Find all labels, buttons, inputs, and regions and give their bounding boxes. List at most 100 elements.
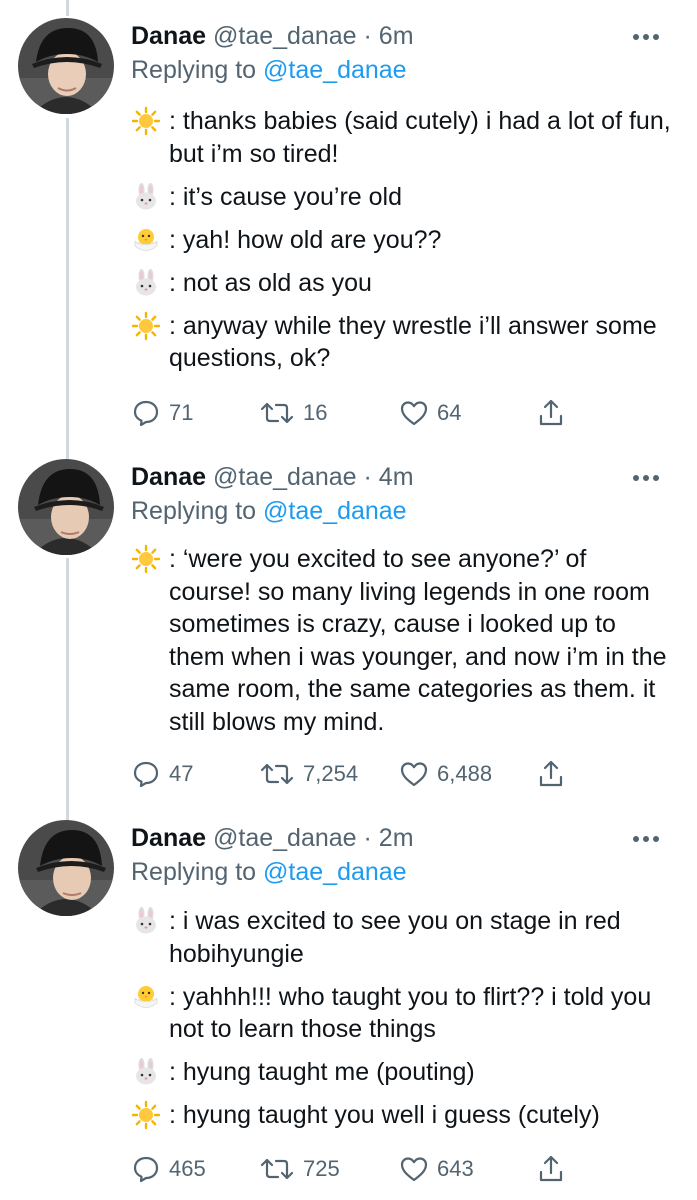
tweet-header: Danae @tae_danae · 6m [131, 18, 414, 54]
line-text: : i was excited to see you on stage in r… [169, 907, 621, 968]
retweet-button[interactable]: 16 [259, 397, 327, 429]
reply-icon [133, 1156, 159, 1183]
rabbit-emoji [131, 268, 161, 298]
reply-count: 71 [169, 400, 194, 425]
tweet-line: : thanks babies (said cutely) i had a lo… [131, 105, 671, 170]
like-button[interactable]: 64 [399, 397, 461, 429]
retweet-icon [260, 402, 294, 424]
reply-count: 465 [169, 1156, 206, 1181]
user-handle[interactable]: @tae_danae [213, 22, 357, 50]
chick-emoji [131, 225, 161, 255]
tweet-header: Danae @tae_danae · 4m [131, 459, 414, 495]
user-handle[interactable]: @tae_danae [213, 824, 357, 852]
retweet-count: 16 [303, 400, 328, 425]
share-button[interactable] [536, 1153, 574, 1185]
tweet-line: : it’s cause you’re old [131, 181, 671, 214]
reply-icon [133, 400, 159, 427]
tweet-actions: 465 725 643 [131, 1153, 571, 1185]
tweet-line: : yahhh!!! who taught you to flirt?? i t… [131, 981, 671, 1046]
line-text: : ‘were you excited to see anyone?’ of c… [169, 545, 667, 736]
timestamp[interactable]: 6m [379, 22, 414, 50]
chick-emoji [131, 982, 161, 1012]
heart-icon [400, 762, 428, 787]
more-icon[interactable] [632, 471, 660, 483]
like-count: 6,488 [437, 761, 493, 786]
tweet-line: : anyway while they wrestle i’ll answer … [131, 310, 671, 375]
retweet-icon [260, 1158, 294, 1180]
tweet[interactable]: Danae @tae_danae · 2m Replying to @tae_d… [0, 820, 697, 1195]
timestamp[interactable]: 4m [379, 463, 414, 491]
more-icon[interactable] [632, 832, 660, 844]
share-icon [539, 760, 563, 787]
line-text: : yah! how old are you?? [169, 225, 442, 254]
share-button[interactable] [536, 758, 574, 790]
separator-dot: · [363, 463, 372, 491]
replying-to: Replying to @tae_danae [131, 54, 407, 86]
sun-emoji [131, 106, 161, 136]
retweet-count: 725 [303, 1156, 340, 1181]
replying-to: Replying to @tae_danae [131, 495, 407, 527]
rabbit-emoji [131, 906, 161, 936]
tweet-line: : i was excited to see you on stage in r… [131, 905, 671, 970]
more-icon[interactable] [632, 30, 660, 42]
rabbit-emoji [131, 182, 161, 212]
tweet-line: : not as old as you [131, 267, 671, 300]
avatar[interactable] [18, 459, 114, 555]
retweet-icon [260, 763, 294, 785]
rabbit-emoji [131, 1057, 161, 1087]
avatar[interactable] [18, 820, 114, 916]
display-name[interactable]: Danae [131, 22, 206, 50]
line-text: : anyway while they wrestle i’ll answer … [169, 311, 657, 373]
replying-label: Replying to [131, 497, 257, 525]
sun-emoji [131, 1100, 161, 1130]
user-handle[interactable]: @tae_danae [213, 463, 357, 491]
display-name[interactable]: Danae [131, 824, 206, 852]
timestamp[interactable]: 2m [379, 824, 414, 852]
tweet-header: Danae @tae_danae · 2m [131, 820, 414, 856]
heart-icon [400, 401, 428, 426]
retweet-button[interactable]: 7,254 [259, 758, 358, 790]
replying-mention-link[interactable]: @tae_danae [263, 858, 407, 886]
share-button[interactable] [536, 397, 574, 429]
sun-emoji [131, 311, 161, 341]
tweet-line: : yah! how old are you?? [131, 224, 671, 257]
separator-dot: · [363, 22, 372, 50]
like-count: 64 [437, 400, 462, 425]
replying-label: Replying to [131, 56, 257, 84]
tweet[interactable]: Danae @tae_danae · 4m Replying to @tae_d… [0, 459, 697, 799]
share-icon [539, 399, 563, 426]
replying-mention-link[interactable]: @tae_danae [263, 497, 407, 525]
display-name[interactable]: Danae [131, 463, 206, 491]
replying-to: Replying to @tae_danae [131, 856, 407, 888]
tweet-line: : ‘were you excited to see anyone?’ of c… [131, 543, 671, 738]
line-text: : not as old as you [169, 268, 372, 297]
thread-line [66, 0, 69, 16]
tweet-actions: 71 16 64 [131, 397, 571, 429]
replying-mention-link[interactable]: @tae_danae [263, 56, 407, 84]
reply-count: 47 [169, 761, 194, 786]
line-text: : hyung taught me (pouting) [169, 1058, 475, 1086]
like-button[interactable]: 643 [399, 1153, 474, 1185]
like-button[interactable]: 6,488 [399, 758, 492, 790]
tweet-text: : thanks babies (said cutely) i had a lo… [131, 105, 671, 385]
reply-icon [133, 761, 159, 788]
avatar[interactable] [18, 18, 114, 114]
line-text: : it’s cause you’re old [169, 182, 402, 211]
line-text: : yahhh!!! who taught you to flirt?? i t… [169, 982, 652, 1044]
separator-dot: · [363, 824, 372, 852]
sun-emoji [131, 544, 161, 574]
line-text: : hyung taught you well i guess (cutely) [169, 1101, 600, 1129]
line-text: : thanks babies (said cutely) i had a lo… [169, 107, 671, 168]
tweet-line: : hyung taught me (pouting) [131, 1056, 671, 1089]
reply-button[interactable]: 47 [131, 758, 193, 790]
tweet[interactable]: Danae @tae_danae · 6m Replying to @tae_d… [0, 18, 697, 438]
like-count: 643 [437, 1156, 474, 1181]
tweet-text: : i was excited to see you on stage in r… [131, 905, 671, 1142]
retweet-button[interactable]: 725 [259, 1153, 340, 1185]
replying-label: Replying to [131, 858, 257, 886]
tweet-text: : ‘were you excited to see anyone?’ of c… [131, 543, 671, 749]
reply-button[interactable]: 465 [131, 1153, 206, 1185]
reply-button[interactable]: 71 [131, 397, 193, 429]
tweet-line: : hyung taught you well i guess (cutely) [131, 1099, 671, 1132]
tweet-actions: 47 7,254 6,488 [131, 758, 571, 790]
